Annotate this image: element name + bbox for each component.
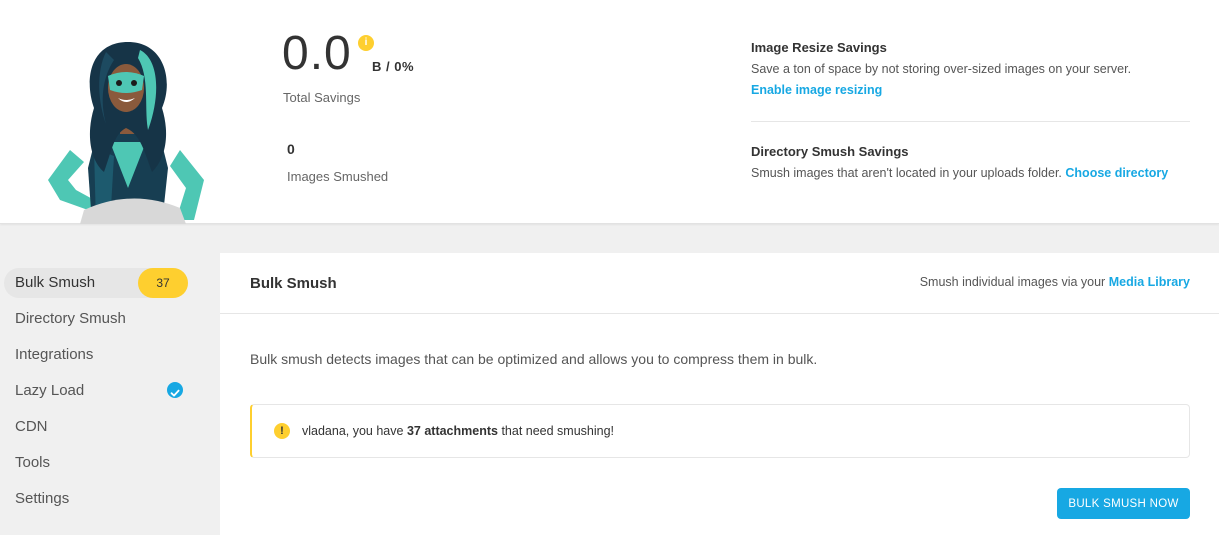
sidebar-item-tools[interactable]: Tools — [4, 448, 188, 484]
sidebar-item-label: Directory Smush — [15, 310, 126, 327]
notice-suffix: that need smushing! — [501, 424, 615, 438]
images-smushed-label: Images Smushed — [287, 169, 389, 184]
resize-savings-title: Image Resize Savings — [751, 40, 887, 55]
sidebar-item-label: Settings — [15, 490, 70, 507]
resize-savings-description: Save a ton of space by not storing over-… — [751, 62, 1132, 76]
directory-savings-title: Directory Smush Savings — [751, 144, 909, 159]
mascot-illustration — [48, 42, 204, 224]
sidebar-item-lazy-load[interactable]: Lazy Load — [4, 376, 188, 412]
sidebar-item-label: Tools — [15, 454, 51, 471]
info-icon[interactable]: i — [358, 35, 374, 51]
notice-text: vladana, you have 37 attachments that ne… — [302, 424, 614, 438]
sidebar-nav: Bulk Smush 37 Directory Smush Integratio… — [0, 253, 220, 520]
count-badge: 37 — [138, 268, 188, 298]
sidebar-item-cdn[interactable]: CDN — [4, 412, 188, 448]
total-savings-label: Total Savings — [283, 90, 361, 105]
notice-count: 37 attachments — [406, 424, 498, 438]
notice-prefix: vladana, you have — [302, 424, 404, 438]
savings-unit-percent: B / 0% — [372, 59, 415, 74]
panel-header: Bulk Smush Smush individual images via y… — [220, 253, 1219, 314]
sidebar-item-label: CDN — [15, 418, 48, 435]
panel-description: Bulk smush detects images that can be op… — [250, 351, 818, 367]
choose-directory-link[interactable]: Choose directory — [1065, 166, 1168, 180]
sidebar-item-directory-smush[interactable]: Directory Smush — [4, 304, 188, 340]
sidebar-item-label: Integrations — [15, 346, 94, 363]
summary-box: 0.0 i B / 0% Total Savings 0 Images Smus… — [0, 0, 1219, 224]
sidebar-item-settings[interactable]: Settings — [4, 484, 188, 520]
bulk-smush-now-button[interactable]: BULK SMUSH NOW — [1057, 488, 1190, 519]
directory-savings-text: Smush images that aren't located in your… — [751, 166, 1062, 180]
bulk-smush-panel: Bulk Smush Smush individual images via y… — [220, 253, 1219, 535]
enable-image-resizing-link[interactable]: Enable image resizing — [751, 83, 882, 97]
sidebar-item-label: Bulk Smush — [15, 274, 96, 291]
panel-title: Bulk Smush — [250, 275, 337, 292]
sidebar-item-integrations[interactable]: Integrations — [4, 340, 188, 376]
media-library-link[interactable]: Media Library — [1109, 275, 1190, 289]
images-smushed-count: 0 — [287, 141, 295, 157]
directory-savings-description: Smush images that aren't located in your… — [751, 166, 1168, 180]
panel-hint-text: Smush individual images via your — [919, 275, 1106, 289]
warning-notice: ! vladana, you have 37 attachments that … — [250, 404, 1190, 458]
sidebar-item-bulk-smush[interactable]: Bulk Smush 37 — [4, 268, 188, 298]
divider — [751, 121, 1190, 122]
total-savings-value: 0.0 — [282, 27, 352, 80]
panel-hint: Smush individual images via your Media L… — [920, 275, 1190, 289]
sidebar-item-label: Lazy Load — [15, 382, 85, 399]
warning-icon: ! — [274, 423, 290, 439]
check-circle-icon — [167, 382, 183, 398]
